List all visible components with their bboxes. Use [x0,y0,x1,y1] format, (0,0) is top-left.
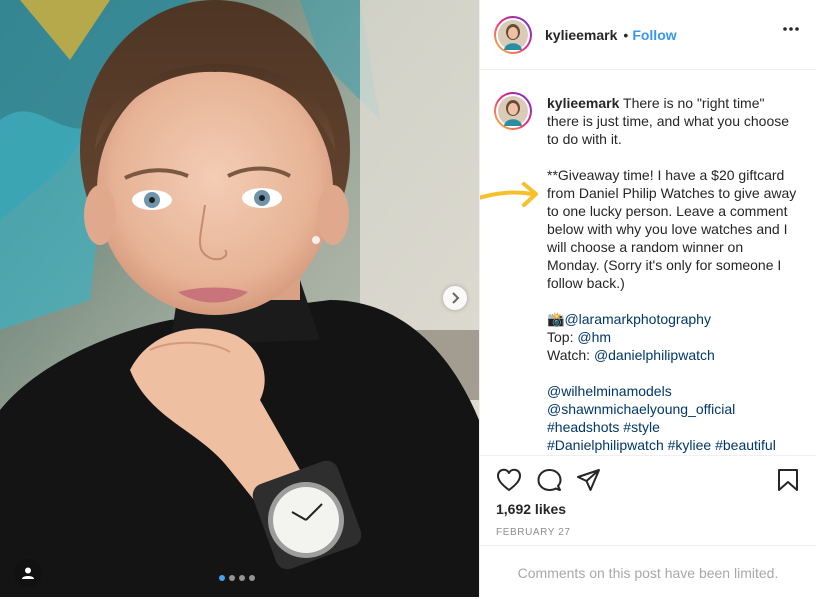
avatar-image [498,96,528,126]
hashtags-line[interactable]: #Danielphilipwatch #kyliee #beautiful [547,437,776,453]
post-sidebar: kylieemark • Follow kylieemark There is … [479,0,816,597]
comments-limited-notice: Comments on this post have been limited. [480,545,816,599]
post-date: FEBRUARY 27 [496,527,571,538]
watch-label: Watch: [547,347,594,363]
top-label: Top: [547,329,578,345]
camera-emoji-icon: 📸 [547,311,565,327]
instagram-post: kylieemark • Follow kylieemark There is … [0,0,816,597]
avatar-image [498,19,528,50]
likes-count[interactable]: 1,692 likes [496,501,566,517]
post-actions: 1,692 likes FEBRUARY 27 Comments on this… [480,455,816,598]
hashtags-line[interactable]: #headshots #style [547,419,660,435]
caption-area[interactable]: kylieemark There is no "right time" ther… [480,70,816,455]
more-horizontal-icon[interactable] [783,27,799,31]
post-caption: kylieemark There is no "right time" ther… [547,94,797,454]
chevron-right-icon [452,292,460,304]
top-mention[interactable]: @hm [577,329,611,345]
carousel-dot [219,575,225,581]
post-header: kylieemark • Follow [480,0,816,70]
photographer-mention[interactable]: @laramarkphotography [564,311,711,327]
caption-giveaway: **Giveaway time! I have a $20 giftcard f… [547,167,801,291]
profile-avatar[interactable] [494,15,532,54]
annotation-arrow-icon [480,182,538,207]
carousel-indicator [219,575,255,581]
watch-mention[interactable]: @danielphilipwatch [594,347,715,363]
header-separator: • [623,26,629,43]
header-username[interactable]: kylieemark [545,27,617,43]
follow-button[interactable]: Follow [632,27,676,43]
comment-icon[interactable] [537,468,562,492]
like-heart-icon[interactable] [496,468,522,492]
post-photo[interactable] [0,0,479,597]
bookmark-save-icon[interactable] [777,468,799,492]
caption-username[interactable]: kylieemark [547,95,619,111]
stylist-mention[interactable]: @shawnmichaelyoung_official [547,401,735,417]
caption-avatar[interactable] [494,92,532,130]
carousel-dot [239,575,245,581]
portrait-image [0,0,479,597]
carousel-dot [249,575,255,581]
agency-mention[interactable]: @wilhelminamodels [547,383,672,399]
user-icon [22,567,34,579]
carousel-dot [229,575,235,581]
tagged-users-button[interactable] [14,559,42,587]
share-send-icon[interactable] [576,468,601,492]
carousel-next-button[interactable] [443,286,467,310]
